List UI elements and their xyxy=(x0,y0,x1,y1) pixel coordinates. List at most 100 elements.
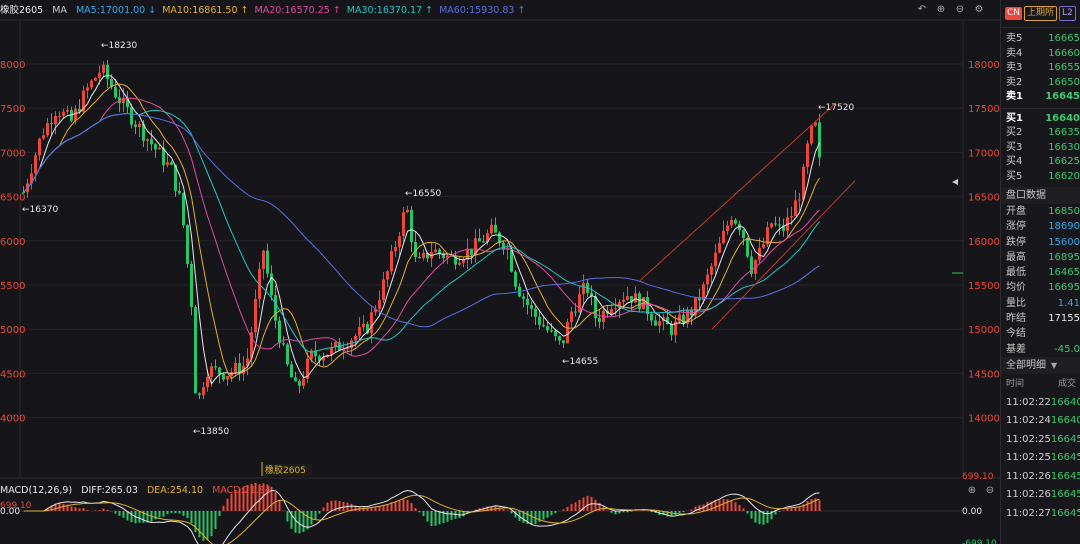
stat-value: 17155 xyxy=(1048,313,1080,325)
ma-items: MA5:17001.00 ↓ MA10:16861.50 ↑ MA20:16570.… xyxy=(76,5,531,16)
candle-body xyxy=(262,250,265,269)
symbol-label: 橡胶2605 xyxy=(0,5,44,16)
tick-time: 11:02:24 xyxy=(1006,415,1051,427)
candle-body xyxy=(298,381,301,386)
quote-data-title[interactable]: 盘口数据 xyxy=(1001,187,1080,204)
candle-body xyxy=(218,367,221,375)
quote-stat-row: 最高 16895 xyxy=(1001,250,1080,265)
ma-legend-item: MA60:15930.83 ↑ xyxy=(439,5,526,16)
stat-label: 今结 xyxy=(1006,328,1026,340)
candle-body xyxy=(266,250,269,274)
left-axis-label: 4500 xyxy=(0,369,25,380)
candle-body xyxy=(58,115,61,117)
tick-row: 11:02:26 16645 xyxy=(1001,468,1080,487)
candle-body xyxy=(42,135,45,139)
mid-high-annotation: ←16550 xyxy=(405,189,441,199)
ask-row: 卖5 16665 xyxy=(1006,33,1080,44)
tick-time: 11:02:26 xyxy=(1006,470,1051,482)
candle-body xyxy=(554,330,557,337)
candle-body xyxy=(522,296,525,299)
ma-legend-item: MA5:17001.00 ↓ xyxy=(75,5,157,16)
candle-body xyxy=(514,271,517,287)
level2-tag[interactable]: L2 xyxy=(1059,6,1076,21)
candle-body xyxy=(394,246,397,252)
candle-body xyxy=(614,308,617,310)
candle-body xyxy=(130,107,133,125)
zoom-in-icon[interactable]: ⊕ xyxy=(966,485,978,497)
candle-body xyxy=(214,366,217,368)
kline-chart-canvas[interactable]: 18000 8000 17500 7500 17000 7000 16500 6500 1600… xyxy=(0,0,1000,544)
candle-body xyxy=(350,340,353,349)
candle-body xyxy=(278,320,281,344)
candle-body xyxy=(650,314,653,321)
candle-body xyxy=(742,230,745,239)
zoom-out-icon[interactable]: ⊖ xyxy=(953,3,967,17)
ma-legend-item: MA20:16570.25 ↑ xyxy=(254,5,341,16)
left-axis-label: 8000 xyxy=(0,60,25,71)
candle-body xyxy=(38,138,41,156)
right-axis-label: 16000 xyxy=(968,237,1000,248)
left-low-annotation: ←16370 xyxy=(22,205,58,215)
candle-body xyxy=(358,327,361,336)
tick-price: 16645 xyxy=(1050,489,1080,501)
quote-stat-row: 量比 1.41 xyxy=(1001,296,1080,311)
quote-stats: 开盘 16850 涨停 18690 跌停 15600 最高 16895 最低 16465 均价 166… xyxy=(1001,204,1080,357)
candle-body xyxy=(746,238,749,257)
region-tag: CN xyxy=(1005,7,1023,20)
ask-row: 卖3 16655 xyxy=(1006,62,1080,73)
candle-body xyxy=(170,162,173,165)
candle-body xyxy=(154,144,157,150)
right-axis-label: 14000 xyxy=(968,414,1000,425)
candle-body xyxy=(62,111,65,116)
candle-body xyxy=(86,87,89,91)
tick-price: 16640 xyxy=(1050,415,1080,427)
bid-row: 买2 16635 xyxy=(1006,127,1080,138)
candle-body xyxy=(646,297,649,315)
stat-label: 最高 xyxy=(1006,251,1026,263)
macd-value: MACD:21.84 xyxy=(212,485,271,496)
candle-body xyxy=(98,72,101,79)
stat-value: -45.0 xyxy=(1054,343,1080,355)
candle-body xyxy=(90,80,93,88)
candle-body xyxy=(370,312,373,334)
zoom-in-icon[interactable]: ⊕ xyxy=(934,3,948,17)
candle-body xyxy=(534,308,537,317)
candle-body xyxy=(34,155,37,174)
candle-body xyxy=(710,266,713,275)
tick-detail-title[interactable]: 全部明细 ▼ xyxy=(1001,356,1080,374)
candle-body xyxy=(706,274,709,285)
stat-label: 最低 xyxy=(1006,267,1026,279)
macd-legend: MACD(12,26,9) DIFF:265.03 DEA:254.10 MAC… xyxy=(0,484,277,498)
candle-body xyxy=(158,147,161,150)
chevron-down-icon[interactable]: ▼ xyxy=(1051,357,1057,374)
bid-row: 买3 16630 xyxy=(1006,141,1080,153)
settings-icon[interactable]: ⚙ xyxy=(972,3,986,17)
candle-body xyxy=(190,263,193,307)
candle-body xyxy=(354,335,357,341)
candle-body xyxy=(94,78,97,81)
zoom-out-icon[interactable]: ⊖ xyxy=(984,485,996,497)
quote-stat-row: 今结 xyxy=(1001,326,1080,341)
kline-chart-area[interactable]: 18000 8000 17500 7500 17000 7000 16500 6500 1600… xyxy=(0,0,1012,544)
stat-label: 开盘 xyxy=(1006,206,1026,217)
candle-body xyxy=(146,139,149,141)
stat-value: 16695 xyxy=(1048,282,1080,294)
ask-row: 卖4 16660 xyxy=(1006,47,1080,59)
tick-row: 11:02:27 16645 xyxy=(1001,505,1080,524)
candle-body xyxy=(46,123,49,136)
tick-list[interactable]: 11:02:22 16640 11:02:24 16640 11:02:25 16645 1… xyxy=(1001,394,1080,524)
candle-body xyxy=(434,249,437,253)
candle-body xyxy=(182,193,185,225)
candle-body xyxy=(382,279,385,301)
candle-body xyxy=(150,139,153,145)
stat-value: 18690 xyxy=(1048,221,1080,233)
tick-price: 16640 xyxy=(1050,396,1080,408)
candle-body xyxy=(402,212,405,237)
undo-icon[interactable]: ↶ xyxy=(915,3,929,17)
high-annotation: ←18230 xyxy=(101,41,137,51)
right-axis-label: 15000 xyxy=(968,325,1000,336)
candle-body xyxy=(494,224,497,233)
candle-body xyxy=(282,343,285,345)
candle-body xyxy=(482,241,485,243)
second-low-annotation: ←14655 xyxy=(562,357,598,367)
